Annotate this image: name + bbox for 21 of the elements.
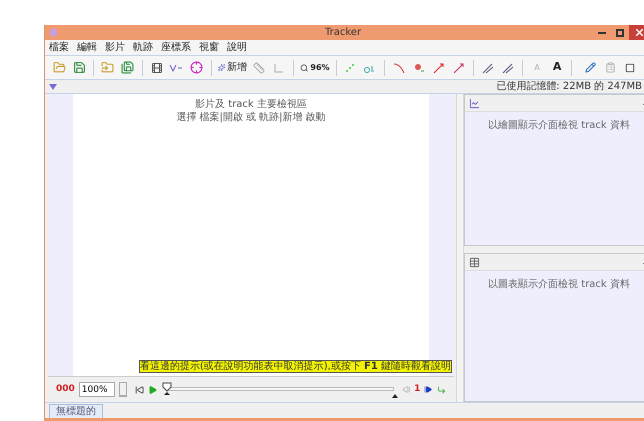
instruction-text: 選擇 檔案|開啟 或 軌跡|新增 啟動 [176,111,326,124]
step-size[interactable]: 1 [414,382,420,396]
menu-item[interactable]: 影片 [105,40,125,55]
hint-text: 看這邊的提示(或在說明功能表中取消提示),或按下 F1 鍵隨時觀看說明 [138,360,452,373]
menu-item[interactable]: 說明 [227,40,247,55]
rate-field[interactable]: 100% [78,382,115,397]
panel-message: 以繪圖顯示介面檢視 track 資料 [487,118,631,133]
font-larger-button[interactable]: A [547,58,568,78]
menu-item[interactable]: 編輯 [77,40,97,55]
window-title: Tracker [325,26,362,40]
menu-item[interactable]: 軌跡 [133,40,153,55]
memory-usage: 已使用記憶體: 22MB 的 247MB [496,82,642,92]
new-track-button[interactable]: 新增 [216,58,250,78]
instruction-text: 影片及 track 主要檢視區 [195,98,307,111]
menu-item[interactable]: 檔案 [49,40,69,55]
menu-item[interactable]: 視窗 [199,40,219,55]
menu-item[interactable]: 座標系 [161,40,191,55]
frame-number: 000 [56,382,75,396]
panel-message: 以圖表顯示介面檢視 track 資料 [487,278,631,292]
zoom-button[interactable]: 96% [298,58,332,78]
document-tab[interactable]: 無標題的 [49,404,103,418]
